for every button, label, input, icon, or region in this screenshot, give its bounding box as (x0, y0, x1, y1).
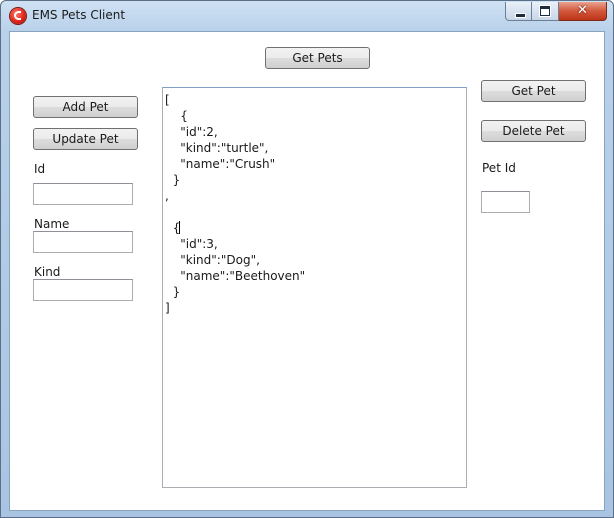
title-bar[interactable]: EMS Pets Client ✕ (1, 1, 613, 31)
app-icon[interactable] (10, 8, 26, 24)
json-text-before-caret: [ { "id":2, "kind":"turtle", "name":"Cru… (165, 93, 276, 235)
get-pets-button[interactable]: Get Pets (265, 47, 370, 69)
delete-pet-button[interactable]: Delete Pet (481, 120, 586, 142)
text-caret (179, 221, 181, 234)
get-pet-button[interactable]: Get Pet (481, 80, 586, 102)
window-title: EMS Pets Client (32, 8, 126, 22)
close-icon: ✕ (577, 3, 588, 18)
client-area: Get Pets Add Pet Update Pet Id Name Kind… (9, 31, 605, 511)
update-pet-button[interactable]: Update Pet (33, 128, 138, 150)
add-pet-button[interactable]: Add Pet (33, 96, 138, 118)
maximize-icon (540, 6, 550, 16)
id-label: Id (34, 162, 46, 176)
app-window: EMS Pets Client ✕ Get Pets Add Pet Updat… (0, 0, 614, 518)
id-field[interactable] (33, 183, 133, 205)
pet-id-field[interactable] (481, 191, 530, 213)
json-text-after-caret: "id":3, "kind":"Dog", "name":"Beethoven"… (165, 237, 306, 315)
minimize-button[interactable] (505, 2, 532, 21)
minimize-icon (515, 13, 526, 18)
kind-field[interactable] (33, 279, 133, 301)
maximize-button[interactable] (532, 2, 559, 21)
kind-label: Kind (34, 265, 61, 279)
pet-id-label: Pet Id (482, 161, 516, 175)
json-output-textbox[interactable]: [ { "id":2, "kind":"turtle", "name":"Cru… (162, 87, 467, 488)
name-field[interactable] (33, 231, 133, 253)
name-label: Name (34, 217, 70, 231)
close-button[interactable]: ✕ (559, 2, 607, 21)
